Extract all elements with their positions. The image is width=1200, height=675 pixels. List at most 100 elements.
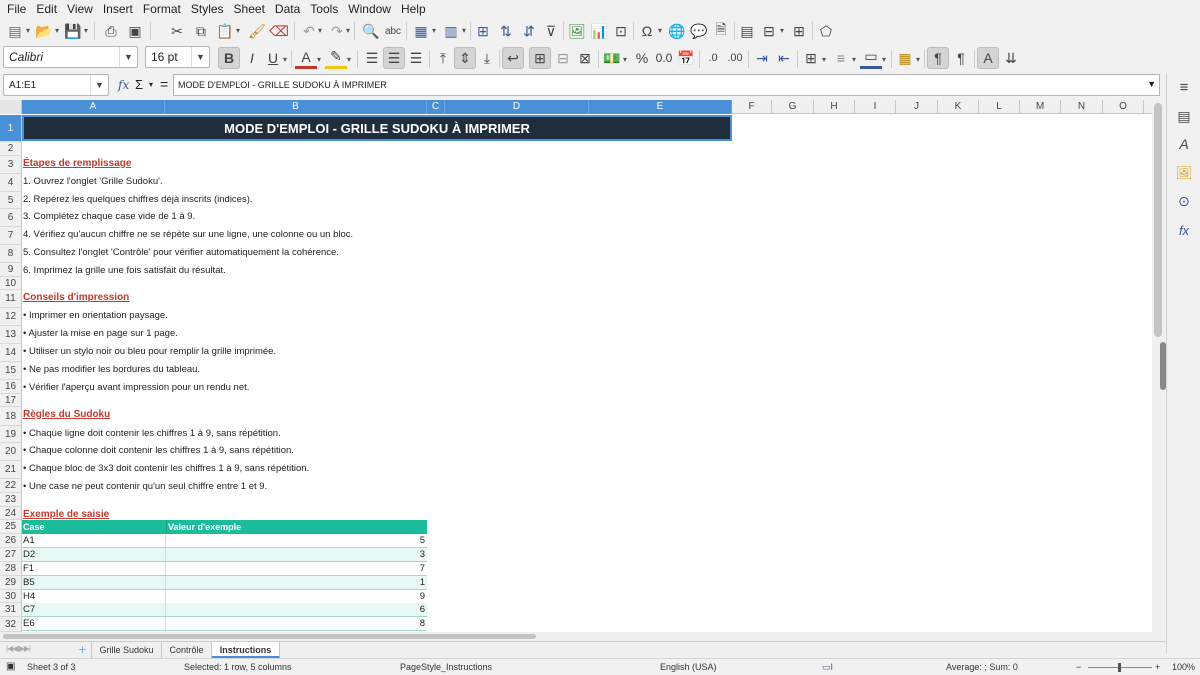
column-header-j[interactable]: J [896,100,938,114]
merge-cells-icon[interactable]: ⊟ [552,47,574,69]
align-bottom-icon[interactable]: ⤓ [476,47,498,69]
tab-navigation-arrows-icon[interactable]: |◀◀ ▶▶| [6,644,66,656]
row-header[interactable]: 30 [0,590,22,603]
align-top-icon[interactable]: ⤒ [432,47,454,69]
font-color-icon[interactable]: A [295,47,317,69]
border-color-dropdown-icon[interactable]: ▾ [882,55,886,64]
freeze-rows-columns-icon[interactable]: ⊟ [758,20,780,42]
expand-formula-icon[interactable]: ▼ [1147,79,1156,89]
freeze-dropdown-icon[interactable]: ▾ [780,26,784,35]
tip-line[interactable]: • Ajuster la mise en page sur 1 page. [23,326,178,340]
increase-indent-icon[interactable]: ⇥ [751,47,773,69]
rule-line[interactable]: • Chaque ligne doit contenir les chiffre… [23,426,281,440]
styles-icon[interactable]: A [1173,133,1195,155]
row-header[interactable]: 16 [0,380,22,394]
gallery-icon[interactable]: 🖼 [1173,162,1195,184]
cut-icon[interactable]: ✂ [166,20,188,42]
add-sheet-icon[interactable]: ＋ [74,642,92,658]
tab-controle[interactable]: Contrôle [162,642,212,658]
column-header-h[interactable]: H [814,100,855,114]
vertical-scroll-thumb[interactable] [1154,103,1162,337]
spelling-icon[interactable]: abc [382,20,404,42]
row-header[interactable]: 19 [0,426,22,443]
column-header-k[interactable]: K [938,100,979,114]
conditional-dropdown-icon[interactable]: ▾ [916,55,920,64]
column-header-i[interactable]: I [855,100,896,114]
unmerge-cells-icon[interactable]: ⊠ [574,47,596,69]
step-line[interactable]: 1. Ouvrez l'onglet 'Grille Sudoku'. [23,174,163,188]
row-dropdown-icon[interactable]: ▾ [432,26,436,35]
row-header[interactable]: 15 [0,362,22,380]
menu-tools[interactable]: Tools [305,0,343,18]
row-header[interactable]: 21 [0,461,22,479]
row-header[interactable]: 22 [0,479,22,493]
row-header[interactable]: 8 [0,245,22,263]
sort-descending-icon[interactable]: ⇵ [518,20,540,42]
align-middle-icon[interactable]: ⇕ [454,47,476,69]
table-cell-value[interactable]: 7 [165,562,427,575]
number-format-icon[interactable]: 0.0 [653,47,675,69]
row-header[interactable]: 9 [0,263,22,277]
row-header[interactable]: 23 [0,493,22,507]
table-cell-value[interactable]: 3 [165,548,427,561]
column-header-d[interactable]: D [445,100,589,114]
chevron-down-icon[interactable]: ▼ [90,75,108,95]
table-header-case[interactable]: Case [23,520,45,534]
row-header[interactable]: 29 [0,576,22,590]
table-cell-case[interactable]: A1 [23,534,35,547]
name-box[interactable]: A1:E1 ▼ [3,74,109,96]
clone-formatting-icon[interactable]: 🖌 [246,20,268,42]
underline-dropdown-icon[interactable]: ▾ [283,55,287,64]
sort-ascending-icon[interactable]: ⇅ [495,20,517,42]
right-to-left-icon[interactable]: ¶ [950,47,972,69]
row-header[interactable]: 14 [0,344,22,362]
currency-dropdown-icon[interactable]: ▾ [623,55,627,64]
column-header-m[interactable]: M [1020,100,1061,114]
pivot-table-icon[interactable]: ⊡ [610,20,632,42]
table-header-value[interactable]: Valeur d'exemple [166,520,241,534]
table-cell-case[interactable]: D2 [23,548,35,561]
zoom-out-icon[interactable]: − [1076,662,1081,672]
menu-data[interactable]: Data [270,0,305,18]
undo-icon[interactable]: ↶ [298,20,320,42]
tip-line[interactable]: • Ne pas modifier les bordures du tablea… [23,362,200,376]
tip-line[interactable]: • Vérifier l'aperçu avant impression pou… [23,380,249,394]
table-cell-case[interactable]: C7 [23,603,35,616]
menu-sheet[interactable]: Sheet [229,0,270,18]
chevron-down-icon[interactable]: ▼ [119,47,137,67]
spreadsheet-grid[interactable]: A B C D E F G H I J K L M N O 1234567891… [0,100,1152,632]
row-header[interactable]: 1 [0,115,22,142]
define-print-area-icon[interactable]: ▤ [736,20,758,42]
chevron-down-icon[interactable]: ▼ [191,47,209,67]
autofilter-icon[interactable]: ⊞ [472,20,494,42]
paste-icon[interactable]: 📋 [214,20,236,42]
table-cell-value[interactable]: 5 [165,534,427,547]
row-header[interactable]: 7 [0,227,22,245]
selection-mode-icon[interactable]: ▭I [822,662,833,673]
special-character-icon[interactable]: Ω [636,20,658,42]
table-cell-value[interactable]: 9 [165,590,427,603]
new-document-icon[interactable]: ▤ [4,20,26,42]
formula-icon[interactable]: = [160,76,168,92]
border-style-icon[interactable]: ≡ [830,47,852,69]
left-to-right-icon[interactable]: ¶ [927,47,949,69]
rule-line[interactable]: • Une case ne peut contenir qu'un seul c… [23,479,267,493]
print-preview-icon[interactable]: ▣ [124,20,146,42]
paste-dropdown-icon[interactable]: ▾ [236,26,240,35]
row-header[interactable]: 4 [0,174,22,192]
column-header-e[interactable]: E [589,100,732,114]
column-header-l[interactable]: L [979,100,1020,114]
sum-dropdown-icon[interactable]: ▾ [149,80,153,89]
hyperlink-icon[interactable]: 🌐 [666,20,688,42]
tab-grille-sudoku[interactable]: Grille Sudoku [92,642,162,658]
copy-icon[interactable]: ⧉ [190,20,212,42]
clear-formatting-icon[interactable]: ⌫ [268,20,290,42]
row-header[interactable]: 5 [0,192,22,209]
border-color-icon[interactable]: ▭ [860,47,882,69]
font-color-dropdown-icon[interactable]: ▾ [317,55,321,64]
row-header[interactable]: 32 [0,617,22,632]
menu-view[interactable]: View [62,0,98,18]
row-header[interactable]: 25 [0,520,22,534]
row-header[interactable]: 27 [0,548,22,562]
zoom-level[interactable]: 100% [1172,662,1195,672]
